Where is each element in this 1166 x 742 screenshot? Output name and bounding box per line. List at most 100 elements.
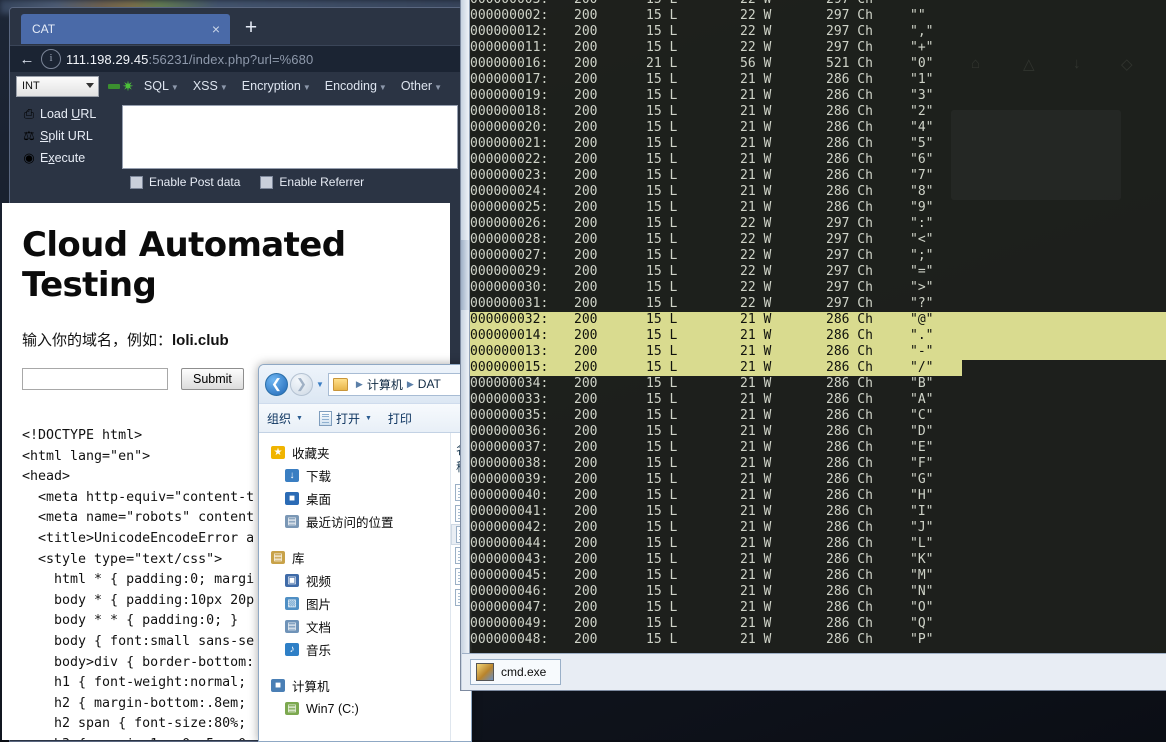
cmd-row-status: 200 [574,520,598,535]
cmd-scrollbar-thumb[interactable] [461,240,469,310]
cmd-output-row: 000000040: 200 15 L 21 W 286 Ch "H" [470,488,1166,504]
hackbar-url-textarea[interactable] [122,105,458,169]
breadcrumb-separator: ▶ [406,378,414,389]
new-tab-button[interactable]: + [238,17,264,41]
back-arrow-icon[interactable]: ← [16,49,38,69]
nav-item-7[interactable]: ▤ 文档 [259,615,450,638]
taskbar-item-cmd[interactable]: cmd.exe [470,659,562,685]
cmd-row-chars: 297 Ch [826,24,873,39]
print-button[interactable]: 打印 [388,410,412,427]
nav-item-10[interactable]: ▤ Win7 (C:) [259,697,450,720]
cmd-row-chars: 297 Ch [826,280,873,295]
cmd-row-payload: "G" [910,472,934,487]
cmd-row-id: 000000023: [470,168,549,183]
cmd-row-status: 200 [574,216,598,231]
cmd-output-row: 000000043: 200 15 L 21 W 286 Ch "K" [470,552,1166,568]
cmd-row-id: 000000046: [470,584,549,599]
nav-item-1[interactable]: ↓ 下载 [259,464,450,487]
hackbar-menu-other[interactable]: Other ▼ [401,79,442,93]
cmd-row-words: 21 W [740,600,772,615]
cmd-output-row: 000000017: 200 15 L 21 W 286 Ch "1" [470,72,1166,88]
cmd-row-chars: 297 Ch [826,264,873,279]
cmd-row-chars: 286 Ch [826,536,873,551]
cmd-row-lines: 15 L [646,344,678,359]
nav-item-8[interactable]: ♪ 音乐 [259,638,450,661]
cmd-row-lines: 15 L [646,264,678,279]
cmd-row-id: 000000044: [470,536,549,551]
cmd-output-row: 000000019: 200 15 L 21 W 286 Ch "3" [470,88,1166,104]
url-input[interactable]: 111.198.29.45:56231/index.php?url=%680 [66,52,313,67]
hackbar-type-select[interactable]: INT [16,75,100,97]
cmd-row-lines: 15 L [646,168,678,183]
cmd-row-status: 200 [574,168,598,183]
execute-button[interactable]: ◉ Execute [10,147,122,169]
nav-item-0[interactable]: ★ 收藏夹 [259,441,450,464]
enable-referrer-checkbox[interactable] [260,175,274,189]
nav-item-4[interactable]: ▤ 库 [259,546,450,569]
nav-item-label: 图片 [306,598,332,612]
cmd-row-id: 000000018: [470,104,549,119]
cmd-row-words: 21 W [740,568,772,583]
nav-item-label: 文档 [306,621,332,635]
cmd-row-chars: 286 Ch [826,88,873,103]
cmd-output-row: 000000048: 200 15 L 21 W 286 Ch "P" [470,632,1166,648]
cmd-row-id: 000000003: [470,0,574,8]
nav-item-5[interactable]: ▣ 视频 [259,569,450,592]
open-button[interactable]: 打开 ▼ [318,410,372,427]
nav-item-2[interactable]: ■ 桌面 [259,487,450,510]
nav-item-9[interactable]: ■ 计算机 [259,674,450,697]
star-icon[interactable]: ✷ [122,78,134,95]
cmd-row-lines: 15 L [646,296,678,311]
cmd-scrollbar[interactable] [461,0,470,690]
cmd-output-row: 000000032: 200 15 L 21 W 286 Ch "@" [470,312,1166,328]
info-icon[interactable]: i [41,49,61,69]
cmd-row-status: 200 [574,104,598,119]
enable-post-data-checkbox[interactable] [130,175,143,189]
cmd-row-status: 200 [574,232,598,247]
breadcrumb[interactable]: ▶ 计算机 ▶ DAT [327,372,465,396]
page-subtitle-prefix: 输入你的域名，例如： [22,332,173,349]
close-icon[interactable]: × [212,22,230,36]
browser-tab[interactable]: CAT × [21,14,230,44]
cmd-row-lines: 15 L [646,120,678,135]
cmd-row-chars: 286 Ch [826,456,873,471]
pictures-icon: ▧ [285,597,303,610]
cmd-window: ⌂ △ ↓ ◇ ☰ 000000003:20015 L22 W297 Ch"00… [460,0,1166,691]
url-path: :56231/index.php?url=%680 [148,51,314,67]
minimize-strip-icon[interactable] [108,83,121,89]
cmd-output-row: 000000049: 200 15 L 21 W 286 Ch "Q" [470,616,1166,632]
recent-pages-icon[interactable]: ▼ [316,380,324,389]
split-url-button[interactable]: ⚖ Split URL [10,125,122,147]
cmd-row-words: 22 W [740,0,826,8]
hackbar-menu-sql[interactable]: SQL ▼ [144,79,179,93]
breadcrumb-item-data[interactable]: DAT [418,377,441,391]
hackbar-menu-xss[interactable]: XSS ▼ [193,79,228,93]
cmd-row-status: 200 [574,552,598,567]
cmd-output-row: 000000034: 200 15 L 21 W 286 Ch "B" [470,376,1166,392]
cmd-output-row: 000000016: 200 21 L 56 W 521 Ch "0" [470,56,1166,72]
domain-input[interactable] [22,368,168,390]
cmd-row-chars: 286 Ch [826,584,873,599]
breadcrumb-item-computer[interactable]: 计算机 [367,376,403,393]
forward-icon[interactable]: ❯ [290,372,313,396]
cmd-row-chars: 286 Ch [826,504,873,519]
organize-button[interactable]: 组织 ▼ [267,410,303,427]
cmd-row-payload: "Q" [910,616,934,631]
explorer-toolbar: 组织 ▼ 打开 ▼ 打印 [259,403,471,433]
cmd-row-chars: 286 Ch [826,152,873,167]
submit-button[interactable]: Submit [181,368,244,390]
cmd-row-status: 200 [574,56,598,71]
load-url-button[interactable]: ⎙ Load URL [10,103,122,125]
nav-item-6[interactable]: ▧ 图片 [259,592,450,615]
nav-item-3[interactable]: ▤ 最近访问的位置 [259,510,450,533]
explorer-nav-pane[interactable]: ★ 收藏夹 ↓ 下载 ■ 桌面 ▤ 最近访问的位置 ▤ 库 ▣ 视频 ▧ 图片 ▤ 文档 ♪ 音乐 ■ 计算机 ▤ Win… [259,433,450,741]
hackbar-menu-encryption[interactable]: Encryption ▼ [242,79,311,93]
hackbar-menu-encoding[interactable]: Encoding ▼ [325,79,387,93]
cmd-row-payload: "8" [910,184,934,199]
back-icon[interactable]: ❮ [265,372,288,396]
enable-post-data-label: Enable Post data [149,175,241,189]
desktop-icon: ■ [285,492,303,505]
cmd-row-id: 000000016: [470,56,549,71]
cmd-row-words: 22 W [740,280,772,295]
